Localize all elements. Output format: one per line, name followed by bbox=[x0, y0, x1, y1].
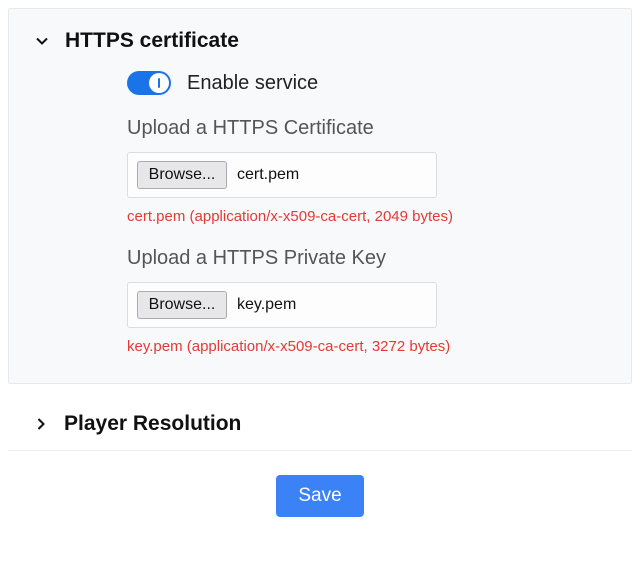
cert-file-name: cert.pem bbox=[237, 166, 299, 184]
cert-file-picker[interactable]: Browse... cert.pem bbox=[127, 152, 437, 198]
key-file-name: key.pem bbox=[237, 296, 296, 314]
cert-file-info: cert.pem (application/x-x509-ca-cert, 20… bbox=[127, 208, 607, 225]
toggle-knob bbox=[149, 73, 169, 93]
key-upload-label: Upload a HTTPS Private Key bbox=[127, 247, 607, 270]
section-player-header[interactable]: Player Resolution bbox=[32, 412, 608, 436]
chevron-down-icon bbox=[33, 32, 51, 50]
cert-browse-button[interactable]: Browse... bbox=[137, 161, 227, 189]
section-player-title: Player Resolution bbox=[64, 412, 241, 436]
chevron-right-icon bbox=[32, 415, 50, 433]
enable-service-toggle[interactable] bbox=[127, 71, 171, 95]
cert-upload-label: Upload a HTTPS Certificate bbox=[127, 117, 607, 140]
enable-service-label: Enable service bbox=[187, 72, 318, 95]
key-file-picker[interactable]: Browse... key.pem bbox=[127, 282, 437, 328]
section-https-header[interactable]: HTTPS certificate bbox=[33, 29, 607, 53]
enable-service-row: Enable service bbox=[127, 71, 607, 95]
save-button[interactable]: Save bbox=[276, 475, 363, 517]
section-https-certificate: HTTPS certificate Enable service Upload … bbox=[8, 8, 632, 384]
section-https-body: Enable service Upload a HTTPS Certificat… bbox=[33, 53, 607, 355]
section-player-resolution: Player Resolution bbox=[8, 398, 632, 451]
save-row: Save bbox=[8, 451, 632, 529]
key-file-info: key.pem (application/x-x509-ca-cert, 327… bbox=[127, 338, 607, 355]
section-https-title: HTTPS certificate bbox=[65, 29, 239, 53]
key-browse-button[interactable]: Browse... bbox=[137, 291, 227, 319]
